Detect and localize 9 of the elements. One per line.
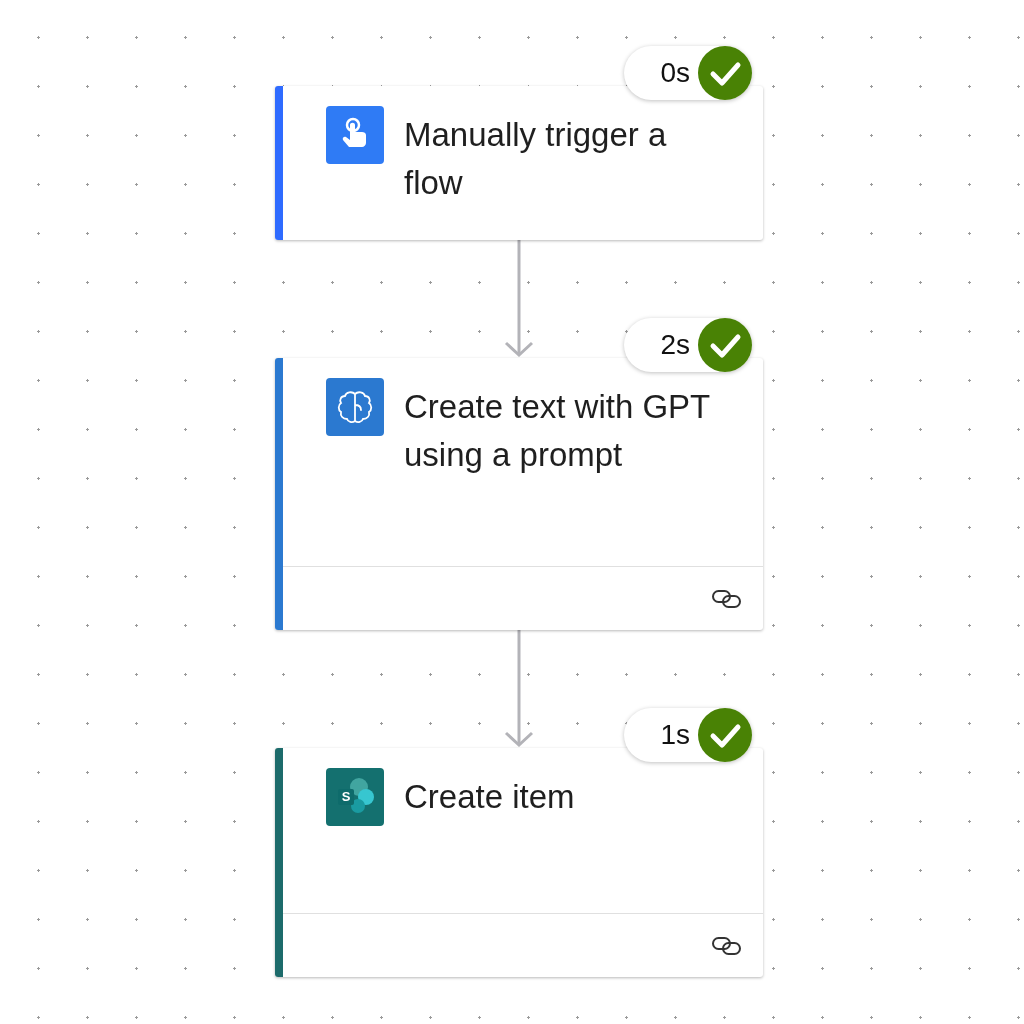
duration-text: 2s bbox=[660, 329, 690, 361]
hand-pointer-icon bbox=[326, 106, 384, 164]
action-title: Manually trigger a flow bbox=[404, 115, 668, 203]
action-title: Create item bbox=[404, 777, 575, 817]
action-title: Create text with GPT using a prompt bbox=[404, 387, 711, 475]
duration-text: 1s bbox=[660, 719, 690, 751]
duration-text: 0s bbox=[660, 57, 690, 89]
sharepoint-icon: S bbox=[326, 768, 384, 826]
brain-icon bbox=[326, 378, 384, 436]
